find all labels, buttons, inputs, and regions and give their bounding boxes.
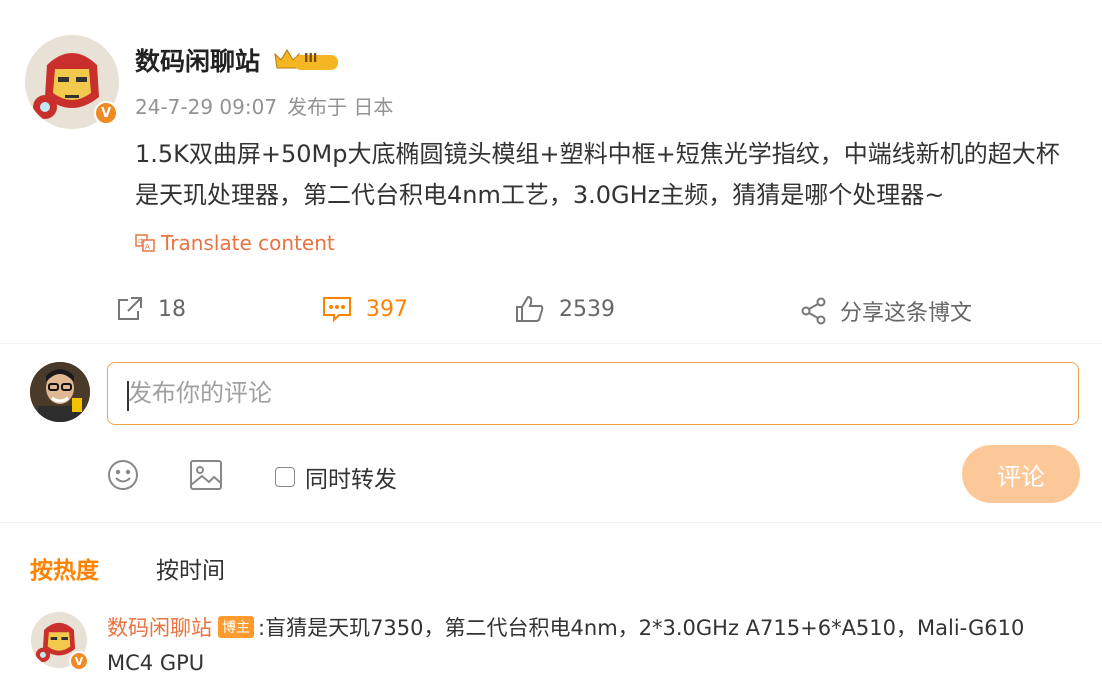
- translate-label: Translate content: [161, 231, 335, 255]
- comment-count: 397: [366, 296, 408, 322]
- repost-toggle-label: 同时转发: [305, 467, 397, 493]
- post-source: 发布于 日本: [287, 95, 394, 119]
- verified-badge: V: [94, 101, 118, 125]
- emoji-button[interactable]: [107, 459, 139, 495]
- submit-comment-button[interactable]: 评论: [962, 445, 1080, 503]
- post-date[interactable]: 24-7-29 09:07: [135, 95, 277, 119]
- comment-text: :盲猜是天玑7350，第二代台积电4nm，2*3.0GHz A715+6*A51…: [258, 616, 1025, 640]
- svg-text:中: 中: [138, 237, 145, 246]
- author-tag: 博主: [218, 616, 254, 638]
- thumbs-up-icon: [515, 295, 545, 323]
- comment-input-box[interactable]: [107, 362, 1079, 425]
- comment-input[interactable]: [126, 363, 1070, 423]
- repost-icon: [116, 295, 144, 323]
- comment-text-continued: MC4 GPU: [107, 651, 205, 675]
- comment-item: 数码闲聊站 博主 :盲猜是天玑7350，第二代台积电4nm，2*3.0GHz A…: [107, 612, 1067, 642]
- comment-icon: [322, 295, 352, 323]
- section-divider: [0, 522, 1102, 523]
- post-text: 1.5K双曲屏+50Mp大底椭圆镜头模组+塑料中框+短焦光学指纹，中端线新机的超…: [135, 140, 1060, 209]
- repost-count: 18: [158, 296, 186, 322]
- section-divider: [0, 343, 1102, 344]
- emoji-icon: [108, 460, 138, 490]
- repost-toggle[interactable]: 同时转发: [275, 460, 397, 494]
- text-caret: [127, 381, 129, 411]
- image-icon: [190, 460, 222, 490]
- share-button[interactable]: 分享这条博文: [800, 295, 972, 327]
- sort-by-hot-tab[interactable]: 按热度: [30, 551, 99, 585]
- translate-icon: 中 A: [135, 233, 155, 253]
- share-label: 分享这条博文: [840, 301, 973, 326]
- rank-level: III: [304, 51, 318, 65]
- repost-checkbox[interactable]: [275, 467, 295, 487]
- repost-button[interactable]: 18: [116, 295, 186, 323]
- post-meta: 24-7-29 09:07 发布于 日本: [135, 91, 403, 120]
- svg-text:A: A: [145, 243, 150, 251]
- image-upload-button[interactable]: [189, 459, 223, 495]
- comment-verified-badge: V: [69, 651, 89, 671]
- like-button[interactable]: 2539: [515, 295, 615, 323]
- translate-button[interactable]: 中 A Translate content: [135, 231, 335, 255]
- share-icon: [800, 297, 828, 325]
- current-user-avatar[interactable]: [30, 362, 90, 422]
- comment-author-name[interactable]: 数码闲聊站: [107, 612, 212, 642]
- sort-by-time-tab[interactable]: 按时间: [156, 551, 225, 585]
- rank-badge: III: [272, 46, 342, 78]
- author-name[interactable]: 数码闲聊站: [135, 42, 260, 78]
- comment-button[interactable]: 397: [322, 295, 408, 323]
- like-count: 2539: [559, 296, 615, 322]
